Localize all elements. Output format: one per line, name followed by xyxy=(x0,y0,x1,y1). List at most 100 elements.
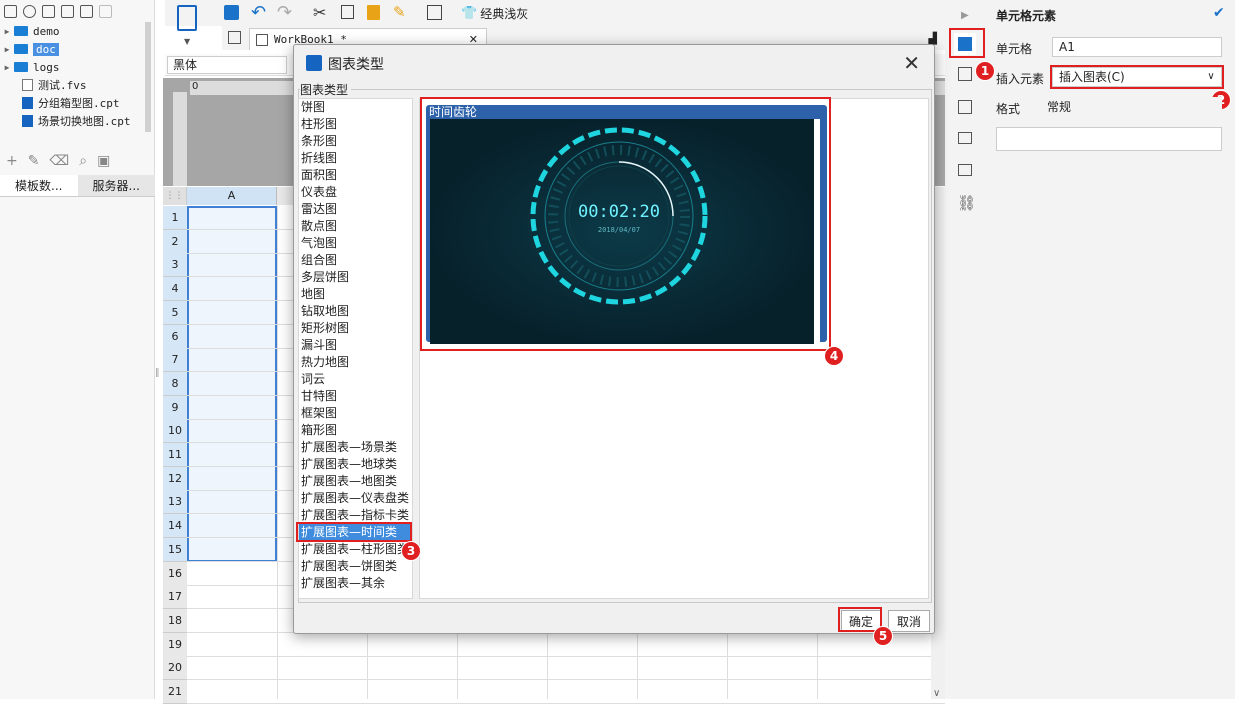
chart-type-item[interactable]: 钻取地图 xyxy=(299,303,412,320)
chart-type-item[interactable]: 多层饼图 xyxy=(299,269,412,286)
selected-range[interactable] xyxy=(187,206,277,562)
chart-type-item[interactable]: 扩展图表—场景类 xyxy=(299,439,412,456)
tree-item[interactable]: ▶ doc xyxy=(0,40,150,58)
row-header[interactable]: 18 xyxy=(163,608,187,633)
chart-type-item[interactable]: 扩展图表—柱形图类 xyxy=(299,541,412,558)
chart-type-item[interactable]: 面积图 xyxy=(299,167,412,184)
new-template-icon[interactable] xyxy=(4,4,17,18)
chart-type-item[interactable]: 地图 xyxy=(299,286,412,303)
tree-item[interactable]: 分组箱型图.cpt xyxy=(0,94,150,112)
expand-arrow-icon[interactable]: ▶ xyxy=(0,63,14,72)
refresh-icon[interactable] xyxy=(23,4,36,18)
tab-server-data[interactable]: 服务器... xyxy=(77,175,155,196)
open-icon[interactable] xyxy=(42,4,55,18)
row-header[interactable]: 10 xyxy=(163,419,187,444)
chart-type-item[interactable]: 扩展图表—地球类 xyxy=(299,456,412,473)
chart-type-item[interactable]: 框架图 xyxy=(299,405,412,422)
expand-arrow-icon[interactable]: ▶ xyxy=(0,45,14,54)
cancel-button[interactable]: 取消 xyxy=(888,610,930,632)
column-header-a[interactable]: A xyxy=(187,187,277,205)
delete-icon[interactable] xyxy=(80,4,93,18)
undo-icon[interactable]: ↶ xyxy=(251,2,266,23)
chart-type-item[interactable]: 词云 xyxy=(299,371,412,388)
row-header[interactable]: 5 xyxy=(163,300,187,325)
font-select[interactable]: 黑体 xyxy=(167,56,287,74)
apply-check-icon[interactable]: ✔ xyxy=(1213,5,1225,21)
row-header[interactable]: 3 xyxy=(163,253,187,278)
tree-item[interactable]: 场景切换地图.cpt xyxy=(0,112,150,130)
tab-template-data[interactable]: 模板数... xyxy=(0,175,78,196)
hyperlink-list-icon[interactable] xyxy=(958,164,972,176)
scroll-down-icon[interactable]: ∨ xyxy=(933,688,940,699)
preview-icon[interactable]: ⌕ xyxy=(79,153,87,169)
chart-type-item[interactable]: 箱形图 xyxy=(299,422,412,439)
format-detail-field[interactable] xyxy=(996,127,1222,151)
link-icon[interactable]: ⛓ xyxy=(957,194,976,212)
row-header[interactable]: 4 xyxy=(163,277,187,302)
row-header[interactable]: 8 xyxy=(163,371,187,396)
add-icon[interactable]: + xyxy=(6,153,18,169)
row-header[interactable]: 2 xyxy=(163,229,187,254)
template-dropdown-icon[interactable]: ▼ xyxy=(184,37,190,46)
select-all-corner[interactable]: ⋮⋮ xyxy=(163,187,187,205)
condition-icon[interactable] xyxy=(958,132,972,144)
row-header[interactable]: 15 xyxy=(163,537,187,562)
chart-type-item[interactable]: 扩展图表—地图类 xyxy=(299,473,412,490)
copy-icon[interactable] xyxy=(341,5,354,19)
chart-type-item[interactable]: 组合图 xyxy=(299,252,412,269)
chart-type-item[interactable]: 扩展图表—仪表盘类 xyxy=(299,490,412,507)
chart-type-item[interactable]: 散点图 xyxy=(299,218,412,235)
row-header[interactable]: 13 xyxy=(163,490,187,515)
row-header[interactable]: 14 xyxy=(163,514,187,539)
expand-arrow-icon[interactable]: ▶ xyxy=(0,27,14,36)
edit-icon[interactable]: ✎ xyxy=(28,153,40,169)
row-header[interactable]: 11 xyxy=(163,443,187,467)
chart-type-item[interactable]: 甘特图 xyxy=(299,388,412,405)
preview-icon[interactable] xyxy=(427,5,442,20)
row-header[interactable]: 17 xyxy=(163,585,187,610)
theme-button[interactable]: 👕 经典浅灰 xyxy=(461,4,528,22)
chart-type-item[interactable]: 仪表盘 xyxy=(299,184,412,201)
row-header[interactable]: 9 xyxy=(163,395,187,420)
row-header[interactable]: 12 xyxy=(163,466,187,491)
redo-icon[interactable]: ↷ xyxy=(277,2,292,23)
collapse-arrow-icon[interactable]: ▶ xyxy=(961,10,969,21)
copy-icon[interactable] xyxy=(99,4,112,18)
chart-type-item[interactable]: 折线图 xyxy=(299,150,412,167)
tree-item[interactable]: 测试.fvs xyxy=(0,76,150,94)
row-header[interactable]: 7 xyxy=(163,348,187,373)
chart-type-item[interactable]: 矩形树图 xyxy=(299,320,412,337)
chart-type-item[interactable]: 条形图 xyxy=(299,133,412,150)
chart-type-item[interactable]: 扩展图表—其余 xyxy=(299,575,412,592)
trash-icon[interactable]: ⌫ xyxy=(49,153,69,169)
chart-type-item[interactable]: 柱形图 xyxy=(299,116,412,133)
row-header[interactable]: 1 xyxy=(163,206,187,230)
dataset-settings-icon[interactable]: ▣ xyxy=(97,153,110,169)
grid-icon[interactable] xyxy=(228,31,241,44)
save-icon[interactable] xyxy=(224,5,239,20)
chart-type-item[interactable]: 漏斗图 xyxy=(299,337,412,354)
template-icon[interactable] xyxy=(177,5,197,31)
settings-icon[interactable] xyxy=(61,4,74,18)
tree-item[interactable]: ▶ logs xyxy=(0,58,150,76)
cell-attribute-icon[interactable] xyxy=(958,67,972,81)
widget-icon[interactable] xyxy=(958,100,972,114)
chart-type-item[interactable]: 气泡图 xyxy=(299,235,412,252)
chart-type-item[interactable]: 饼图 xyxy=(299,99,412,116)
chart-type-item[interactable]: 扩展图表—饼图类 xyxy=(299,558,412,575)
tree-item[interactable]: ▶ demo xyxy=(0,22,150,40)
row-header[interactable]: 19 xyxy=(163,632,187,657)
chart-type-item[interactable]: 热力地图 xyxy=(299,354,412,371)
row-header[interactable]: 16 xyxy=(163,561,187,586)
cut-icon[interactable]: ✂ xyxy=(313,3,326,22)
tree-scrollbar[interactable] xyxy=(145,22,151,132)
chart-type-item[interactable]: 雷达图 xyxy=(299,201,412,218)
format-select[interactable]: 常规 xyxy=(1040,97,1222,117)
paste-icon[interactable] xyxy=(367,5,380,20)
close-icon[interactable]: ✕ xyxy=(903,51,920,75)
cell-field[interactable]: A1 xyxy=(1052,37,1222,57)
sheet-splitter[interactable]: ‖ xyxy=(155,368,160,378)
format-painter-icon[interactable]: ✎ xyxy=(393,3,406,21)
row-header[interactable]: 6 xyxy=(163,324,187,349)
row-header[interactable]: 20 xyxy=(163,656,187,681)
